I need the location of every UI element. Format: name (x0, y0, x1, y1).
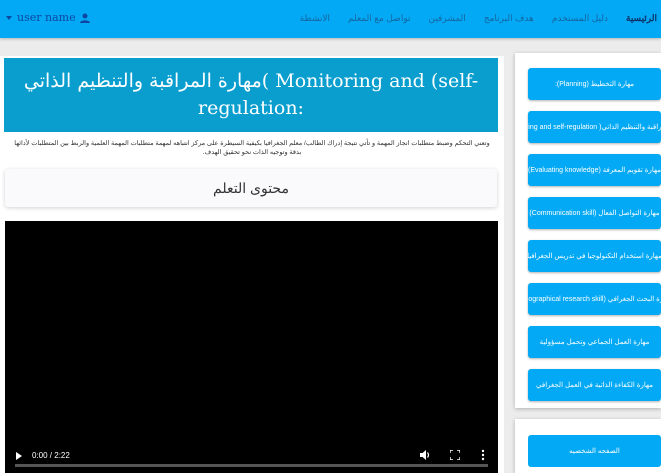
play-icon[interactable] (16, 452, 22, 460)
skill-technology-button[interactable]: مهارة استخدام التكنولوجيا في تدريس الجغر… (528, 240, 661, 272)
nav-contact-teacher[interactable]: تواصل مع المعلم (348, 13, 410, 24)
user-menu[interactable]: user name (6, 11, 90, 24)
lesson-title: مهارة المراقبة والتنظيم الذاتي( Monitori… (4, 58, 498, 132)
skill-planning-button[interactable]: مهارة التخطيط (Planning): (528, 68, 661, 100)
lesson-description: وتعني التحكم وضبط متطلبات انجاز المهمة و… (14, 140, 490, 156)
caret-down-icon (6, 15, 12, 20)
more-options-icon[interactable] (481, 449, 485, 461)
video-player[interactable]: 0:00 / 2:22 (5, 221, 498, 473)
personal-panel: الصفحه الشخصيه (515, 419, 661, 473)
main-nav: الرئيسية دليل المستخدم هدف البرنامج المش… (282, 13, 657, 24)
skill-self-efficacy-button[interactable]: مهارة الكفاءة الذاتية في العمل الجغرافي (528, 369, 661, 401)
volume-icon[interactable] (419, 449, 431, 461)
video-progress-bar[interactable] (15, 464, 488, 467)
skill-evaluating-knowledge-button[interactable]: مهارة تقويم المعرفة (Evaluating knowledg… (528, 154, 661, 186)
nav-program-goal[interactable]: هدف البرنامج (484, 13, 534, 24)
skill-communication-button[interactable]: مهارة التواصل الفعال (Communication skil… (528, 197, 661, 229)
skill-research-button[interactable]: مهارة البحث الجغرافي (Geographical resea… (528, 283, 661, 315)
nav-home[interactable]: الرئيسية (626, 13, 657, 24)
nav-user-guide[interactable]: دليل المستخدم (552, 13, 608, 24)
nav-supervisors[interactable]: المشرفين (428, 13, 465, 24)
skills-sidebar: مهارة التخطيط (Planning): مهارة المراقبة… (515, 53, 661, 408)
personal-page-button[interactable]: الصفحه الشخصيه (528, 435, 661, 467)
skill-teamwork-button[interactable]: مهارة العمل الجماعي وتحمل مسؤولية (528, 326, 661, 358)
video-time: 0:00 / 2:22 (32, 451, 70, 460)
skill-monitoring-button[interactable]: مهارة المراقبة والتنظيم الذاتي( Monitori… (528, 111, 661, 143)
user-icon (79, 13, 90, 23)
fullscreen-icon[interactable] (450, 450, 460, 460)
nav-activities[interactable]: الانشطة (300, 13, 330, 24)
main-content: مهارة المراقبة والتنظيم الذاتي( Monitori… (0, 56, 504, 473)
user-name: user name (17, 11, 76, 24)
top-navbar: user name الرئيسية دليل المستخدم هدف الب… (0, 0, 661, 38)
learning-content-heading: محتوى التعلم (5, 169, 497, 207)
video-controls: 0:00 / 2:22 (5, 445, 498, 467)
